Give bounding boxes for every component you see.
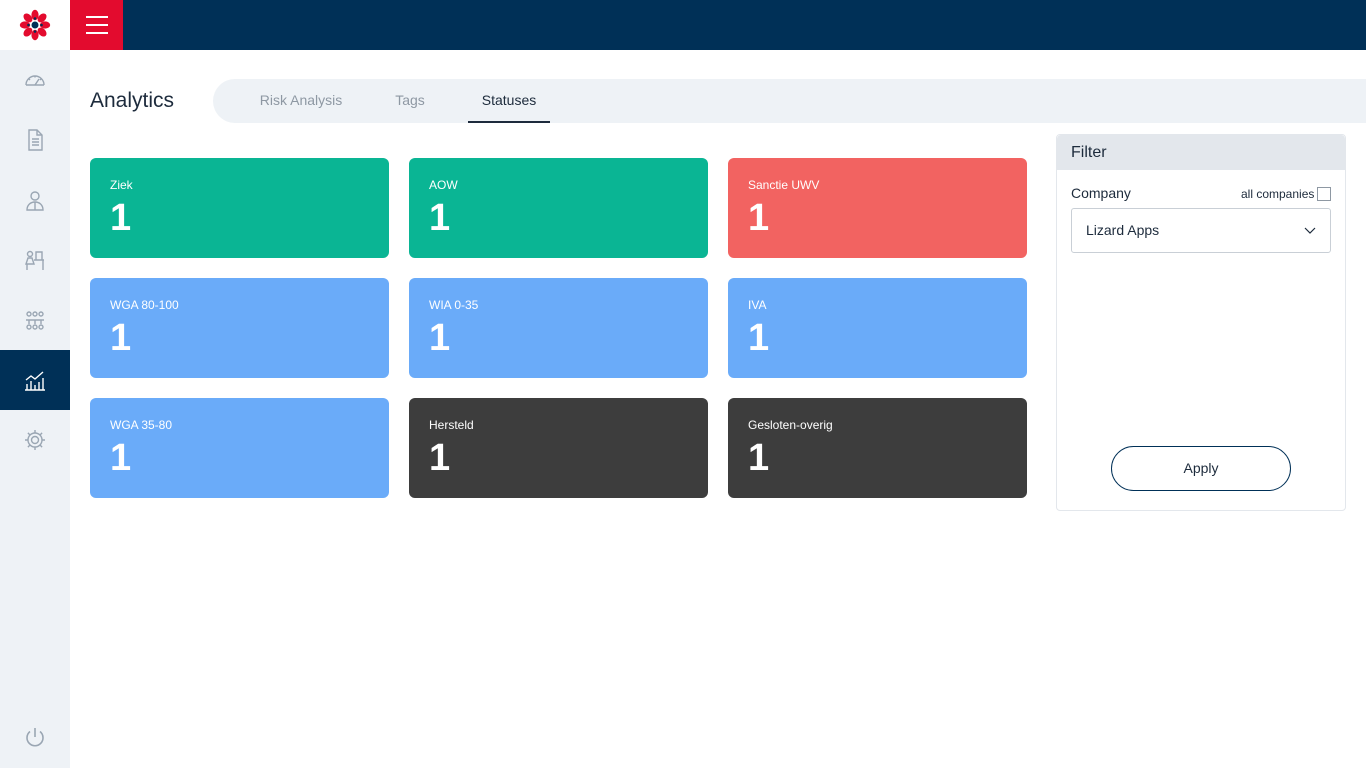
- all-companies-label: all companies: [1241, 187, 1315, 201]
- status-card-wga-80-100[interactable]: WGA 80-100 1: [90, 278, 389, 378]
- team-icon: [26, 311, 44, 330]
- speedometer-icon: [25, 75, 45, 86]
- analytics-chart-icon: [25, 371, 45, 391]
- filter-panel: Filter Company all companies Lizard Apps…: [1056, 134, 1346, 511]
- workstation-icon: [25, 250, 44, 270]
- sidebar-item-documents[interactable]: [0, 110, 70, 170]
- sidebar: [0, 50, 70, 768]
- apply-button[interactable]: Apply: [1111, 446, 1291, 491]
- status-card-hersteld[interactable]: Hersteld 1: [409, 398, 708, 498]
- tab-bar: Risk Analysis Tags Statuses: [213, 79, 1366, 123]
- status-card-label: AOW: [429, 178, 458, 192]
- status-card-count: 1: [748, 197, 770, 239]
- menu-line: [85, 32, 108, 34]
- company-select[interactable]: Lizard Apps: [1071, 208, 1331, 253]
- status-card-count: 1: [429, 197, 451, 239]
- status-card-label: Ziek: [110, 178, 133, 192]
- filter-title: Filter: [1057, 135, 1345, 170]
- chevron-down-icon: [1304, 227, 1316, 234]
- status-card-wga-35-80[interactable]: WGA 35-80 1: [90, 398, 389, 498]
- logout-button[interactable]: [0, 708, 70, 768]
- page-title: Analytics: [90, 89, 175, 112]
- company-select-value: Lizard Apps: [1086, 222, 1160, 238]
- status-card-label: IVA: [748, 298, 767, 312]
- tab-risk-analysis[interactable]: Risk Analysis: [255, 79, 347, 123]
- sidebar-item-employees[interactable]: [0, 170, 70, 230]
- status-card-aow[interactable]: AOW 1: [409, 158, 708, 258]
- app-logo[interactable]: [0, 0, 70, 50]
- sidebar-item-workplace[interactable]: [0, 230, 70, 290]
- menu-line: [85, 24, 108, 26]
- status-card-count: 1: [429, 437, 451, 479]
- all-companies-checkbox[interactable]: [1317, 187, 1331, 201]
- status-card-gesloten-overig[interactable]: Gesloten-overig 1: [728, 398, 1027, 498]
- status-card-label: Sanctie UWV: [748, 178, 820, 192]
- status-card-sanctie-uwv[interactable]: Sanctie UWV 1: [728, 158, 1027, 258]
- status-card-count: 1: [429, 317, 451, 359]
- status-card-count: 1: [110, 437, 132, 479]
- tab-tags[interactable]: Tags: [391, 79, 429, 123]
- status-card-wia-0-35[interactable]: WIA 0-35 1: [409, 278, 708, 378]
- company-label: Company: [1071, 185, 1131, 201]
- status-card-label: Hersteld: [429, 418, 474, 432]
- hamburger-menu-button[interactable]: [70, 0, 123, 50]
- gear-icon: [25, 430, 45, 450]
- sidebar-item-settings[interactable]: [0, 410, 70, 470]
- status-card-count: 1: [110, 197, 132, 239]
- status-card-label: WIA 0-35: [429, 298, 479, 312]
- tab-statuses[interactable]: Statuses: [468, 79, 550, 123]
- status-card-label: WGA 80-100: [110, 298, 179, 312]
- document-icon: [28, 129, 43, 151]
- status-card-count: 1: [748, 317, 770, 359]
- status-card-iva[interactable]: IVA 1: [728, 278, 1027, 378]
- sidebar-item-team[interactable]: [0, 290, 70, 350]
- sidebar-item-analytics[interactable]: [0, 350, 70, 410]
- power-icon: [26, 728, 44, 747]
- logo-icon: [19, 9, 51, 41]
- status-card-count: 1: [110, 317, 132, 359]
- status-card-label: WGA 35-80: [110, 418, 173, 432]
- sidebar-item-dashboard[interactable]: [0, 50, 70, 110]
- menu-line: [85, 16, 108, 18]
- status-card-label: Gesloten-overig: [748, 418, 833, 432]
- person-icon: [26, 191, 44, 211]
- status-card-ziek[interactable]: Ziek 1: [90, 158, 389, 258]
- top-bar: [0, 0, 1366, 50]
- status-card-count: 1: [748, 437, 770, 479]
